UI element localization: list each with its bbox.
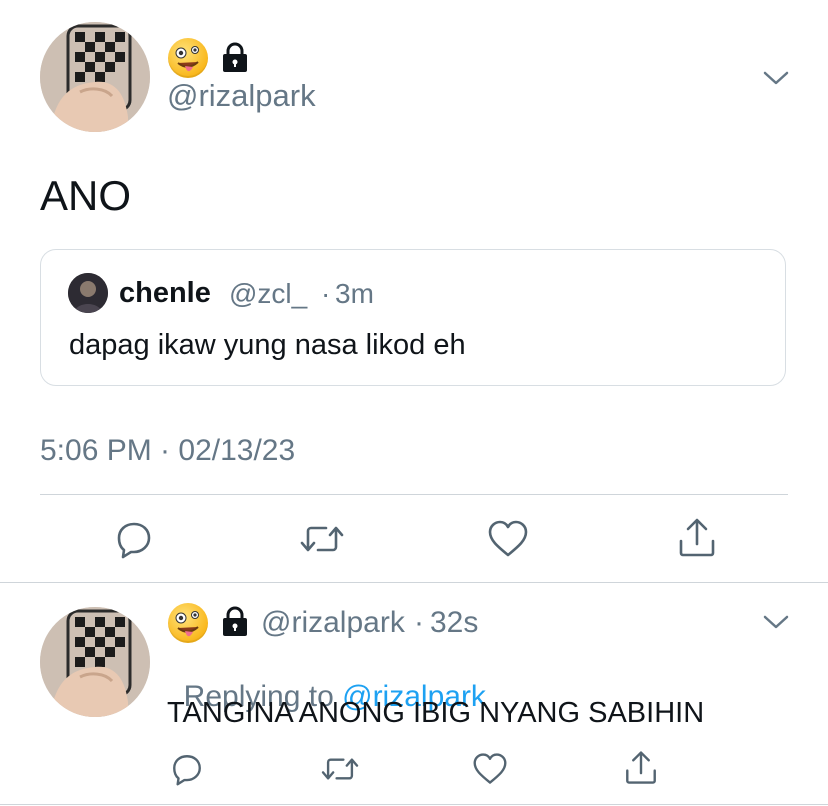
quoted-time: 3m xyxy=(335,278,374,309)
main-tweet-text: ANO xyxy=(40,172,132,219)
reply-text: TANGINA ANONG IBIG NYANG SABIHIN xyxy=(167,697,705,729)
reply-time: 32s xyxy=(430,606,479,639)
bottom-divider xyxy=(0,804,828,805)
retweet-icon[interactable] xyxy=(321,752,359,786)
reply-separator: · xyxy=(414,606,424,639)
main-tweet-timestamp: 5:06 PM · 02/13/23 xyxy=(40,434,296,467)
quoted-separator: · xyxy=(321,278,331,309)
quoted-handle: @zcl_ xyxy=(229,278,308,309)
tweet-separator xyxy=(0,582,828,583)
lock-icon xyxy=(223,606,247,636)
chevron-down-icon[interactable] xyxy=(762,70,790,86)
zany-face-emoji xyxy=(168,38,208,78)
quoted-avatar xyxy=(68,273,108,313)
like-icon[interactable] xyxy=(472,752,508,786)
reply-icon[interactable] xyxy=(114,519,154,559)
lock-icon xyxy=(223,42,247,72)
share-icon[interactable] xyxy=(676,517,718,559)
quoted-author-name: chenle xyxy=(119,277,211,309)
timestamp-divider xyxy=(40,494,788,495)
reply-avatar[interactable] xyxy=(40,607,150,717)
main-avatar[interactable] xyxy=(40,22,150,132)
main-tweet-handle[interactable]: @rizalpark xyxy=(167,78,316,114)
quoted-text: dapag ikaw yung nasa likod eh xyxy=(69,329,466,361)
reply-icon[interactable] xyxy=(170,752,204,786)
chevron-down-icon[interactable] xyxy=(762,614,790,630)
share-icon[interactable] xyxy=(623,750,659,786)
zany-face-emoji xyxy=(168,603,208,643)
like-icon[interactable] xyxy=(487,519,529,559)
quoted-tweet-card[interactable]: chenle @zcl_ · 3m dapag ikaw yung nasa l… xyxy=(40,249,786,386)
reply-handle[interactable]: @rizalpark xyxy=(261,606,405,640)
retweet-icon[interactable] xyxy=(300,519,344,559)
